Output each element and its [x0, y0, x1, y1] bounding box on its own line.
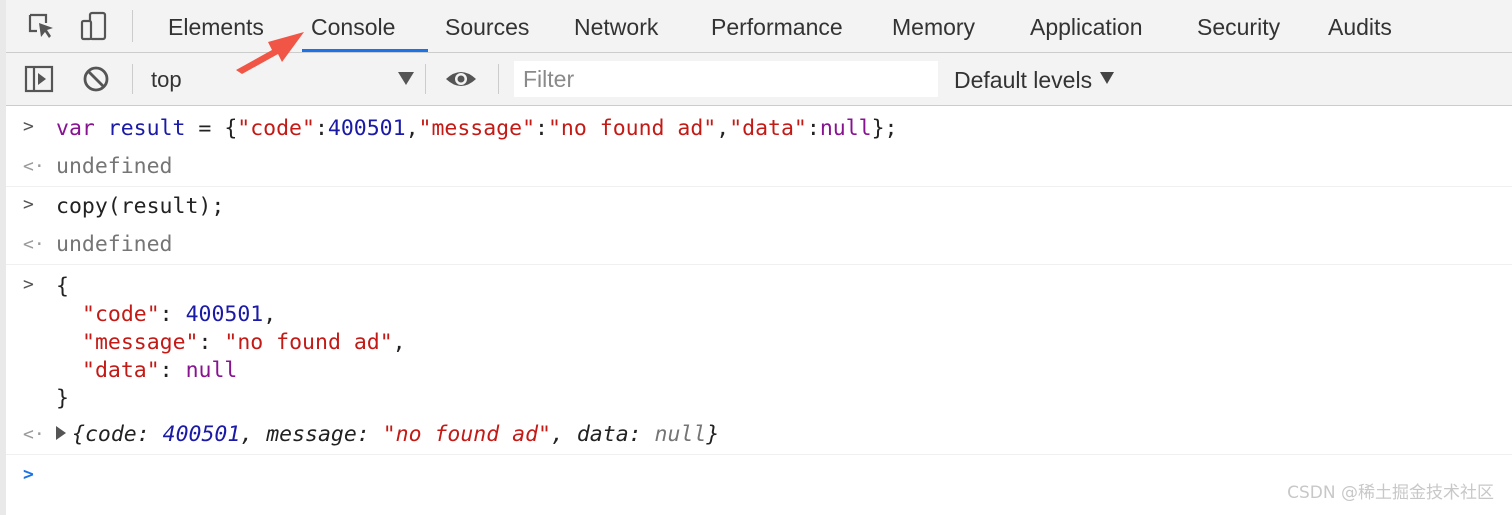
- inspect-element-icon[interactable]: [24, 10, 58, 42]
- eye-icon[interactable]: [444, 63, 478, 95]
- watermark: CSDN @稀土掘金技术社区: [1287, 483, 1494, 503]
- console-input-row: > var result = {"code":400501,"message":…: [6, 114, 1512, 146]
- tab-audits[interactable]: Audits: [1324, 0, 1396, 52]
- log-levels-dropdown[interactable]: Default levels: [954, 63, 1115, 95]
- console-input-code: copy(result);: [56, 194, 225, 219]
- chevron-down-icon: [398, 72, 414, 85]
- tab-sources[interactable]: Sources: [441, 0, 533, 52]
- console-prompt-row[interactable]: >: [6, 460, 1512, 500]
- console-object-result: <· {code: 400501, message: "no found ad"…: [6, 420, 1512, 452]
- expand-triangle-icon[interactable]: [56, 426, 66, 440]
- active-tab-indicator: [302, 49, 428, 52]
- toolbar-divider: [498, 64, 499, 94]
- result-arrow-icon: <·: [23, 234, 45, 255]
- input-prompt-icon: >: [23, 194, 34, 215]
- toolbar-divider: [425, 64, 426, 94]
- result-arrow-icon: <·: [23, 156, 45, 177]
- tab-console[interactable]: Console: [307, 0, 399, 52]
- toolbar-divider: [132, 64, 133, 94]
- result-arrow-icon: <·: [23, 424, 45, 445]
- tab-performance[interactable]: Performance: [707, 0, 847, 52]
- console-result-value: undefined: [56, 154, 173, 179]
- object-preview[interactable]: {code: 400501, message: "no found ad", d…: [56, 422, 719, 447]
- message-divider: [6, 454, 1512, 455]
- console-prompt-icon: >: [23, 464, 34, 485]
- console-result-row: <· undefined: [6, 152, 1512, 184]
- clear-console-icon[interactable]: [79, 63, 113, 95]
- filter-input[interactable]: [514, 61, 938, 97]
- message-divider: [6, 186, 1512, 187]
- console-input-row: > { "code": 400501, "message": "no found…: [23, 274, 406, 411]
- console-result-row: <· undefined: [6, 230, 1512, 262]
- tab-network[interactable]: Network: [570, 0, 662, 52]
- message-divider: [6, 264, 1512, 265]
- console-input-row: > copy(result);: [6, 192, 1512, 224]
- tab-security[interactable]: Security: [1193, 0, 1284, 52]
- input-prompt-icon: >: [23, 274, 34, 295]
- console-result-value: undefined: [56, 232, 173, 257]
- tab-application[interactable]: Application: [1026, 0, 1147, 52]
- sidebar-toggle-icon[interactable]: [22, 63, 56, 95]
- console-messages: > var result = {"code":400501,"message":…: [6, 106, 1512, 515]
- toolbar-divider: [132, 10, 133, 42]
- device-toolbar-icon[interactable]: [77, 10, 111, 42]
- input-prompt-icon: >: [23, 116, 34, 137]
- tab-memory[interactable]: Memory: [888, 0, 979, 52]
- annotation-arrow-icon: [236, 32, 304, 74]
- log-levels-label: Default levels: [954, 67, 1093, 93]
- context-value: top: [151, 67, 182, 92]
- caret-down-icon: [1100, 72, 1115, 84]
- console-input-code: var result = {"code":400501,"message":"n…: [56, 116, 898, 141]
